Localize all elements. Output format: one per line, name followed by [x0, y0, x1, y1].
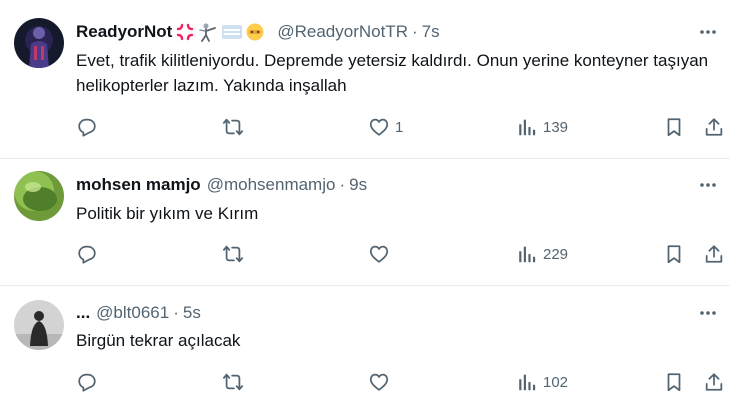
tweet[interactable]: ReadyorNot @ReadyorNotTR · 7s Evet, traf… — [0, 0, 730, 158]
bookmark-icon — [667, 118, 681, 137]
more-button[interactable] — [696, 301, 720, 325]
display-name[interactable]: mohsen mamjo — [76, 175, 201, 195]
display-name[interactable]: ReadyorNot — [76, 22, 172, 42]
retweet-icon — [222, 118, 244, 136]
views-button[interactable]: 229 — [516, 242, 568, 266]
tweet-actions: 229 — [76, 242, 726, 266]
share-button[interactable] — [703, 115, 725, 139]
tweet-actions: 1 139 — [76, 115, 726, 139]
anger-emoji-icon — [177, 23, 194, 41]
reply-icon — [78, 245, 96, 264]
retweet-button[interactable] — [221, 370, 245, 394]
views-button[interactable]: 139 — [516, 115, 568, 139]
tweet-header: mohsen mamjo @mohsenmamjo · 9s — [76, 173, 367, 197]
view-count: 229 — [543, 245, 569, 263]
separator-dot: · — [173, 303, 179, 322]
more-button[interactable] — [696, 173, 720, 197]
avatar[interactable] — [14, 18, 64, 68]
retweet-button[interactable] — [221, 115, 245, 139]
view-count: 102 — [543, 373, 569, 391]
timestamp[interactable]: 9s — [349, 175, 367, 195]
user-handle[interactable]: @mohsenmamjo — [207, 175, 336, 195]
bookmark-button[interactable] — [663, 370, 685, 394]
avatar[interactable] — [14, 300, 64, 350]
more-button[interactable] — [696, 20, 720, 44]
retweet-icon — [222, 373, 244, 391]
share-icon — [705, 245, 723, 263]
view-count: 139 — [543, 118, 569, 136]
retweet-button[interactable] — [221, 242, 245, 266]
fog-emoji-icon — [222, 25, 243, 39]
tweet[interactable]: mohsen mamjo @mohsenmamjo · 9s Politik b… — [0, 159, 730, 285]
timestamp[interactable]: 5s — [183, 303, 201, 323]
fencer-emoji-icon — [199, 23, 217, 42]
face-emoji-icon — [246, 23, 264, 41]
analytics-icon — [519, 374, 536, 391]
reply-button[interactable] — [76, 242, 98, 266]
display-name[interactable]: ... — [76, 303, 90, 323]
name-emojis — [175, 22, 265, 42]
like-button[interactable] — [368, 242, 395, 266]
analytics-icon — [519, 246, 536, 263]
timestamp[interactable]: 7s — [422, 22, 440, 42]
bookmark-button[interactable] — [663, 115, 685, 139]
more-icon — [700, 30, 716, 34]
more-icon — [700, 311, 716, 315]
like-count: 1 — [395, 118, 404, 136]
more-icon — [700, 183, 716, 187]
reply-button[interactable] — [76, 370, 98, 394]
bookmark-icon — [667, 373, 681, 392]
tweet-text: Evet, trafik kilitleniyordu. Depremde ye… — [76, 51, 709, 95]
share-button[interactable] — [703, 242, 725, 266]
tweet-header: ... @blt0661 · 5s — [76, 301, 201, 325]
reply-icon — [78, 118, 96, 137]
like-button[interactable] — [368, 370, 395, 394]
heart-icon — [369, 245, 389, 263]
tweet-header: ReadyorNot @ReadyorNotTR · 7s — [76, 20, 440, 44]
retweet-icon — [222, 245, 244, 263]
separator-dot: · — [339, 175, 346, 194]
views-button[interactable]: 102 — [516, 370, 568, 394]
avatar[interactable] — [14, 171, 64, 221]
reply-feed: ReadyorNot @ReadyorNotTR · 7s Evet, traf… — [0, 0, 730, 420]
share-icon — [705, 118, 723, 136]
tweet[interactable]: ... @blt0661 · 5s Birgün tekrar açılacak… — [0, 286, 730, 420]
reply-button[interactable] — [76, 115, 98, 139]
user-handle[interactable]: @ReadyorNotTR — [277, 22, 408, 42]
tweet-text: Politik bir yıkım ve Kırım — [76, 204, 259, 223]
share-icon — [705, 373, 723, 391]
separator-dot: · — [412, 22, 418, 41]
share-button[interactable] — [703, 370, 725, 394]
like-button[interactable]: 1 — [368, 115, 403, 139]
user-handle[interactable]: @blt0661 — [96, 303, 169, 323]
analytics-icon — [519, 119, 536, 136]
heart-icon — [369, 373, 389, 391]
tweet-text: Birgün tekrar açılacak — [76, 331, 241, 350]
bookmark-icon — [667, 245, 681, 264]
bookmark-button[interactable] — [663, 242, 685, 266]
reply-icon — [78, 373, 96, 392]
tweet-actions: 102 — [76, 370, 726, 394]
heart-icon — [369, 118, 389, 136]
